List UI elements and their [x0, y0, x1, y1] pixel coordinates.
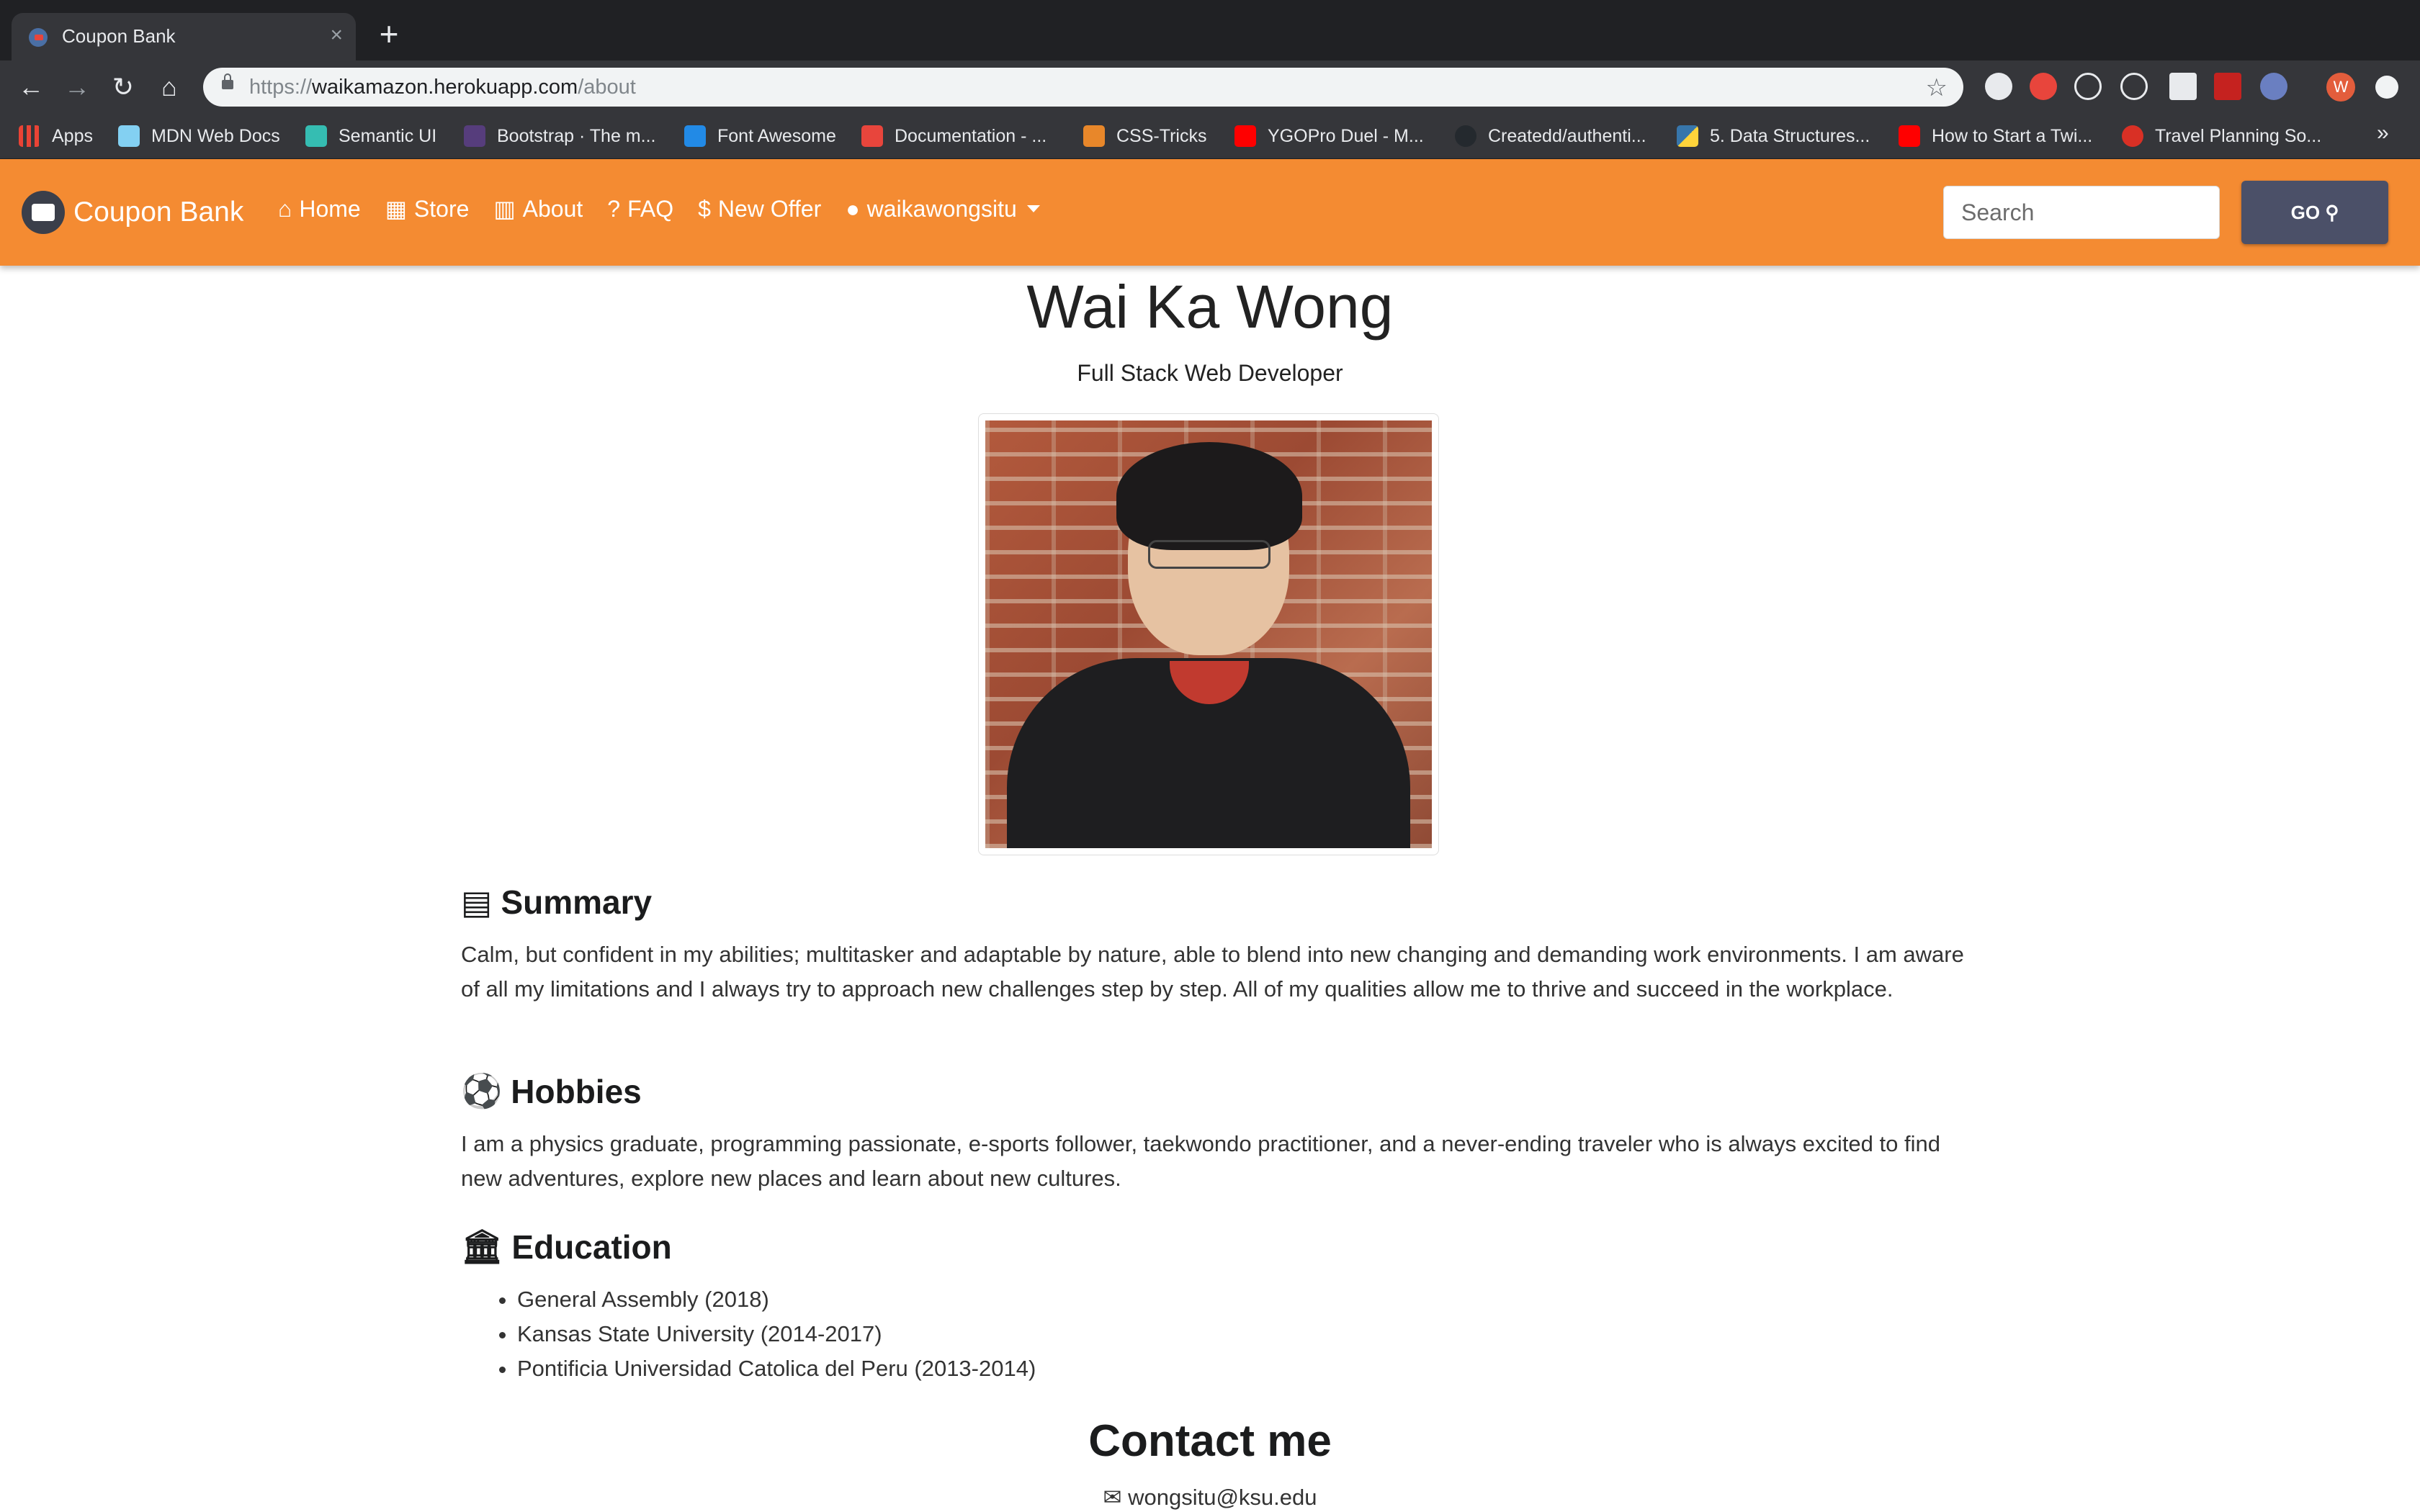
tab-title: Coupon Bank — [62, 25, 176, 47]
building-icon: ▥ — [493, 196, 516, 222]
profile-avatar[interactable]: W — [2326, 73, 2355, 102]
coupon-logo-icon — [22, 191, 65, 234]
envelope-open-icon: ✉ — [1103, 1485, 1122, 1510]
bookmark-item[interactable]: Documentation - ... — [861, 122, 1047, 150]
react-devtools-extension-icon[interactable] — [2074, 73, 2102, 100]
hobbies-text: I am a physics graduate, programming pas… — [461, 1131, 1940, 1191]
css-tricks-icon — [1083, 125, 1105, 147]
summary-text: Calm, but confident in my abilities; mul… — [461, 942, 1964, 1002]
bookmark-item[interactable]: MDN Web Docs — [118, 122, 280, 150]
bookmark-item[interactable]: YGOPro Duel - M... — [1234, 122, 1424, 150]
bookmark-item[interactable]: CSS-Tricks — [1083, 122, 1206, 150]
nav-home[interactable]: ⌂ Home — [278, 196, 361, 222]
home-icon: ⌂ — [278, 195, 292, 222]
address-url[interactable]: https://waikamazon.herokuapp.com/about — [249, 76, 636, 99]
youtube-icon — [1899, 125, 1920, 147]
education-heading: 🏛 Education — [461, 1228, 672, 1266]
semantic-ui-icon — [305, 125, 327, 147]
browser-tab[interactable]: Coupon Bank × — [12, 13, 356, 60]
bookmark-item[interactable]: Apps — [19, 122, 93, 150]
extension-icon[interactable] — [1985, 73, 2012, 100]
bootstrap-icon — [464, 125, 485, 147]
hobbies-section: ⚽ Hobbies I am a physics graduate, progra… — [461, 1071, 1966, 1196]
contact-email[interactable]: ✉ wongsitu@ksu.edu — [0, 1485, 2420, 1511]
forward-arrow-icon[interactable]: → — [58, 68, 97, 107]
site-navbar: Coupon Bank ⌂ Home ▦ Store ▥ About ? FAQ $ Ne… — [0, 159, 2420, 266]
python-icon — [1677, 125, 1698, 147]
brand-link[interactable]: Coupon Bank — [22, 191, 243, 234]
new-tab-button[interactable]: + — [372, 17, 406, 52]
education-item: General Assembly (2018) — [517, 1282, 1966, 1317]
id-card-icon: ▤ — [461, 883, 493, 921]
education-section: 🏛Education General Assembly (2018) Kansa… — [461, 1227, 1966, 1386]
caret-down-icon — [1026, 205, 1040, 212]
search-input[interactable] — [1943, 186, 2220, 239]
reload-icon[interactable]: ↻ — [104, 68, 143, 107]
nav-about[interactable]: ▥ About — [493, 195, 583, 222]
github-icon — [1455, 125, 1476, 147]
apps-grid-icon — [19, 125, 40, 147]
lock-icon — [222, 73, 233, 89]
coupon-bank-favicon-icon — [29, 28, 48, 47]
adblock-extension-icon[interactable] — [2030, 73, 2057, 100]
back-arrow-icon[interactable]: ← — [12, 68, 50, 107]
summary-heading: ▤ Summary — [461, 883, 653, 921]
cors-extension-icon[interactable] — [2214, 73, 2241, 100]
bookmark-item[interactable]: Bootstrap · The m... — [464, 122, 655, 150]
bookmark-item[interactable]: 5. Data Structures... — [1677, 122, 1870, 150]
bookmark-item[interactable]: Font Awesome — [684, 122, 836, 150]
youtube-icon — [1234, 125, 1256, 147]
nav-store[interactable]: ▦ Store — [385, 195, 470, 222]
summary-section: ▤ Summary Calm, but confident in my abili… — [461, 883, 1966, 1007]
education-list: General Assembly (2018) Kansas State Uni… — [461, 1282, 1966, 1386]
brand-name: Coupon Bank — [73, 197, 244, 228]
profile-title: Full Stack Web Developer — [1077, 360, 1343, 386]
profile-name: Wai Ka Wong — [1026, 273, 1394, 341]
home-browser-icon[interactable]: ⌂ — [150, 68, 189, 107]
documentation-icon — [861, 125, 883, 147]
store-icon: ▦ — [385, 196, 407, 222]
json-extension-icon[interactable] — [2169, 73, 2197, 100]
profile-photo — [978, 413, 1439, 855]
hand-holding-dollar-icon: $ — [698, 195, 711, 222]
question-circle-icon: ? — [607, 195, 621, 222]
nav-links: ⌂ Home ▦ Store ▥ About ? FAQ $ New Offer ● wai… — [278, 195, 1065, 222]
hobbies-heading: ⚽ Hobbies — [461, 1072, 642, 1110]
address-bar[interactable]: https://waikamazon.herokuapp.com/about ☆ — [203, 68, 1963, 107]
bookmark-item[interactable]: Travel Planning So... — [2122, 122, 2321, 150]
close-tab-icon[interactable]: × — [330, 23, 343, 48]
futbol-icon: ⚽ — [461, 1072, 503, 1110]
education-item: Kansas State University (2014-2017) — [517, 1317, 1966, 1351]
bookmark-star-icon[interactable]: ☆ — [1926, 73, 1948, 102]
user-icon: ● — [846, 195, 860, 222]
target-extension-icon[interactable] — [2120, 73, 2148, 100]
browser-toolbar: ← → ↻ ⌂ https://waikamazon.herokuapp.com… — [0, 60, 2420, 114]
browser-tabstrip: Coupon Bank × + — [0, 0, 2420, 60]
university-icon: 🏛 — [461, 1228, 503, 1265]
nav-faq[interactable]: ? FAQ — [607, 196, 673, 222]
education-item: Pontificia Universidad Catolica del Peru… — [517, 1351, 1966, 1386]
nav-new-offer[interactable]: $ New Offer — [698, 196, 821, 222]
search-icon: ⚲ — [2325, 201, 2339, 223]
bookmark-item[interactable]: How to Start a Twi... — [1899, 122, 2092, 150]
travel-icon — [2122, 125, 2143, 147]
font-awesome-icon — [684, 125, 706, 147]
more-bookmarks-button[interactable]: » — [2377, 121, 2389, 145]
search-go-button[interactable]: GO ⚲ — [2241, 181, 2388, 244]
bookmarks-bar: Apps MDN Web Docs Semantic UI Bootstrap … — [0, 114, 2420, 159]
bookmark-item[interactable]: Createdd/authenti... — [1455, 122, 1646, 150]
contact-heading: Contact me — [1088, 1416, 1332, 1466]
redux-extension-icon[interactable] — [2260, 73, 2287, 100]
user-dropdown[interactable]: ● waikawongsitu — [846, 195, 1040, 222]
browser-menu-icon[interactable] — [2375, 76, 2398, 99]
bookmark-item[interactable]: Semantic UI — [305, 122, 436, 150]
mdn-icon — [118, 125, 140, 147]
